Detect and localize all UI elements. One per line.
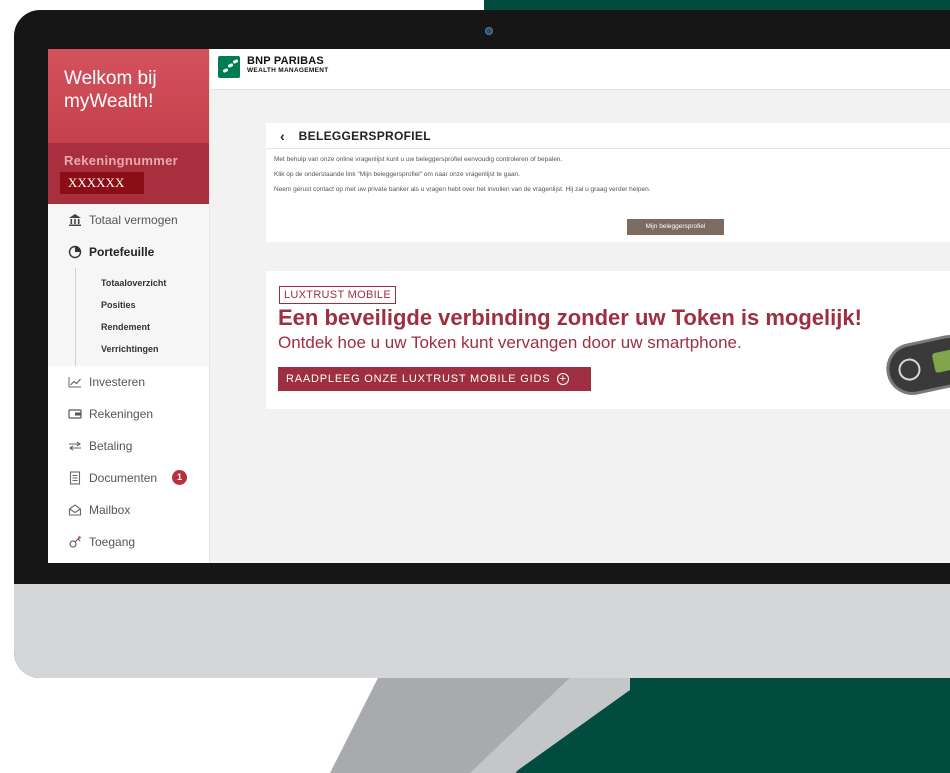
sidebar-item-label: Rekeningen <box>89 407 154 421</box>
plus-circle-icon: + <box>557 373 570 385</box>
account-block: Rekeningnummer XXXXXX <box>48 143 209 204</box>
luxtrust-banner: LUXTRUST MOBILE Een beveiligde verbindin… <box>266 271 950 409</box>
documents-count-badge: 1 <box>172 470 187 485</box>
sidebar-item-label: Mailbox <box>89 503 131 517</box>
sidebar: Welkom bij myWealth! Rekeningnummer XXXX… <box>48 49 210 563</box>
sidebar-item-rekeningen[interactable]: Rekeningen <box>48 398 209 430</box>
back-arrow-icon[interactable]: ‹ <box>280 128 285 144</box>
camera-icon <box>485 27 493 35</box>
account-number[interactable]: XXXXXX <box>60 172 144 194</box>
top-bar: BNP PARIBAS WEALTH MANAGEMENT <box>210 49 950 90</box>
submenu-item-totaaloverzicht[interactable]: Totaaloverzicht <box>48 272 209 294</box>
portfolio-submenu: Totaaloverzicht Posities Rendement Verri… <box>48 268 209 366</box>
line-chart-icon <box>68 375 82 389</box>
welcome-block: Welkom bij myWealth! <box>48 49 209 143</box>
screen: Welkom bij myWealth! Rekeningnummer XXXX… <box>48 49 950 563</box>
sidebar-item-toegang[interactable]: Toegang <box>48 526 209 558</box>
bnp-logo-icon[interactable] <box>218 56 240 78</box>
sidebar-item-label: Totaal vermogen <box>89 213 178 227</box>
submenu-item-verrichtingen[interactable]: Verrichtingen <box>48 338 209 360</box>
banner-headline: Een beveiligde verbinding zonder uw Toke… <box>278 305 862 330</box>
panel-header: ‹ BELEGGERSPROFIEL <box>266 123 950 149</box>
sidebar-item-label: Toegang <box>89 535 136 549</box>
luxtrust-guide-button[interactable]: RAADPLEEG ONZE LUXTRUST MOBILE GIDS + <box>278 367 591 391</box>
monitor-chin <box>14 584 950 678</box>
bank-icon <box>68 213 82 227</box>
submenu-item-posities[interactable]: Posities <box>48 294 209 316</box>
panel-body: Met behulp van onze online vragenlijst k… <box>266 149 950 194</box>
profile-text-line: Klik op de onderstaande link "Mijn beleg… <box>274 171 520 178</box>
banner-subline: Ontdek hoe u uw Token kunt vervangen doo… <box>278 333 742 352</box>
sidebar-item-mailbox[interactable]: Mailbox <box>48 494 209 526</box>
luxtrust-guide-label: RAADPLEEG ONZE LUXTRUST MOBILE GIDS <box>286 373 551 385</box>
account-label: Rekeningnummer <box>64 153 179 168</box>
panel-title: BELEGGERSPROFIEL <box>298 128 431 143</box>
sidebar-item-portefeuille[interactable]: Portefeuille <box>48 236 209 268</box>
transfer-arrows-icon <box>68 439 82 453</box>
photo-composition: Welkom bij myWealth! Rekeningnummer XXXX… <box>0 0 950 773</box>
sidebar-item-label: Portefeuille <box>89 245 155 259</box>
submenu-item-rendement[interactable]: Rendement <box>48 316 209 338</box>
token-button-graphic <box>896 356 923 383</box>
investor-profile-panel: ‹ BELEGGERSPROFIEL Met behulp van onze o… <box>266 123 950 242</box>
brand-name: BNP PARIBAS <box>247 55 324 67</box>
sidebar-item-label: Betaling <box>89 439 133 453</box>
document-icon <box>68 471 82 485</box>
key-icon <box>68 535 82 549</box>
luxtrust-tag: LUXTRUST MOBILE <box>279 286 396 304</box>
submenu-divider <box>75 268 76 366</box>
sidebar-item-totaal-vermogen[interactable]: Totaal vermogen <box>48 204 209 236</box>
welcome-line-1: Welkom bij <box>64 68 157 89</box>
brand-subtitle: WEALTH MANAGEMENT <box>247 67 329 74</box>
profile-text-line: Neem gerust contact op met uw private ba… <box>274 186 651 193</box>
token-device-illustration <box>881 330 950 400</box>
welcome-line-2: myWealth! <box>64 91 154 112</box>
sidebar-item-documenten[interactable]: Documenten 1 <box>48 462 209 494</box>
token-screen-graphic <box>931 347 950 374</box>
sidebar-item-investeren[interactable]: Investeren <box>48 366 209 398</box>
sidebar-item-label: Investeren <box>89 375 146 389</box>
sidebar-item-label: Documenten <box>89 471 158 485</box>
my-investor-profile-button[interactable]: Mijn beleggersprofiel <box>627 219 724 235</box>
profile-text-line: Met behulp van onze online vragenlijst k… <box>274 156 563 163</box>
sidebar-item-betaling[interactable]: Betaling <box>48 430 209 462</box>
wallet-icon <box>68 407 82 421</box>
pie-chart-icon <box>68 245 82 259</box>
envelope-icon <box>68 503 82 517</box>
